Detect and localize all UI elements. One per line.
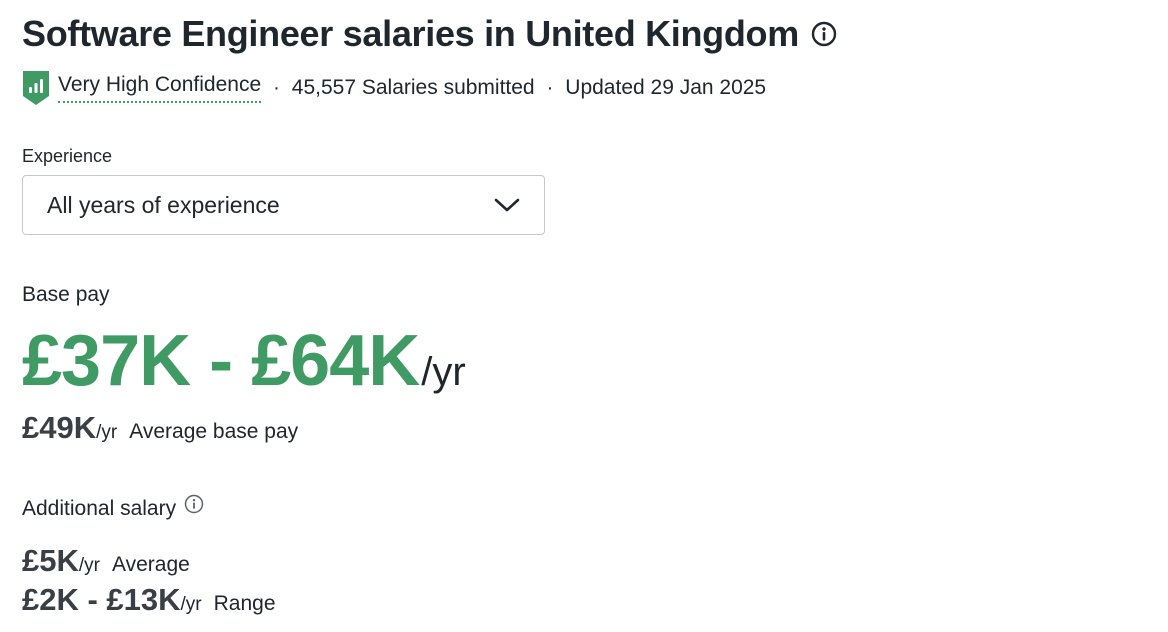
additional-salary-range-label: Range — [213, 592, 276, 615]
separator-dot: · — [273, 76, 280, 99]
average-base-pay-unit: /yr — [96, 422, 118, 443]
additional-salary-average-label: Average — [111, 553, 190, 576]
chevron-down-icon — [494, 197, 520, 213]
experience-selected-value: All years of experience — [47, 191, 280, 218]
experience-dropdown[interactable]: All years of experience — [22, 175, 545, 235]
updated-date: Updated 29 Jan 2025 — [565, 76, 767, 99]
additional-salary-range-unit: /yr — [180, 594, 202, 615]
experience-label: Experience — [22, 146, 113, 166]
page-title: Software Engineer salaries in United Kin… — [22, 13, 799, 54]
info-icon[interactable] — [184, 494, 204, 514]
meta-row: Very High Confidence · 45,557 Salaries s… — [22, 70, 766, 106]
separator-dot: · — [546, 76, 554, 99]
base-pay-range-value: £37K - £64K — [22, 321, 420, 401]
salaries-submitted-count: 45,557 Salaries submitted — [291, 76, 535, 99]
base-pay-range: £37K - £64K /yr — [22, 316, 466, 406]
additional-salary-average: £5K /yr Average — [22, 543, 190, 579]
base-pay-label: Base pay — [22, 283, 110, 306]
additional-salary-average-value: £5K — [22, 543, 79, 578]
additional-salary-label: Additional salary — [22, 497, 177, 520]
salary-page: Software Engineer salaries in United Kin… — [0, 0, 1168, 632]
additional-salary-range-value: £2K - £13K — [22, 582, 181, 617]
average-base-pay: £49K /yr Average base pay — [22, 410, 298, 446]
average-base-pay-value: £49K — [22, 410, 97, 445]
signal-shield-icon — [22, 70, 50, 106]
confidence-level-link[interactable]: Very High Confidence — [58, 73, 262, 103]
additional-salary-header: Additional salary — [22, 494, 204, 524]
title-row: Software Engineer salaries in United Kin… — [22, 12, 837, 56]
additional-salary-average-unit: /yr — [78, 555, 100, 576]
info-icon[interactable] — [811, 21, 837, 47]
base-pay-range-unit: /yr — [421, 350, 466, 394]
average-base-pay-label: Average base pay — [129, 420, 299, 443]
additional-salary-range: £2K - £13K /yr Range — [22, 582, 276, 618]
